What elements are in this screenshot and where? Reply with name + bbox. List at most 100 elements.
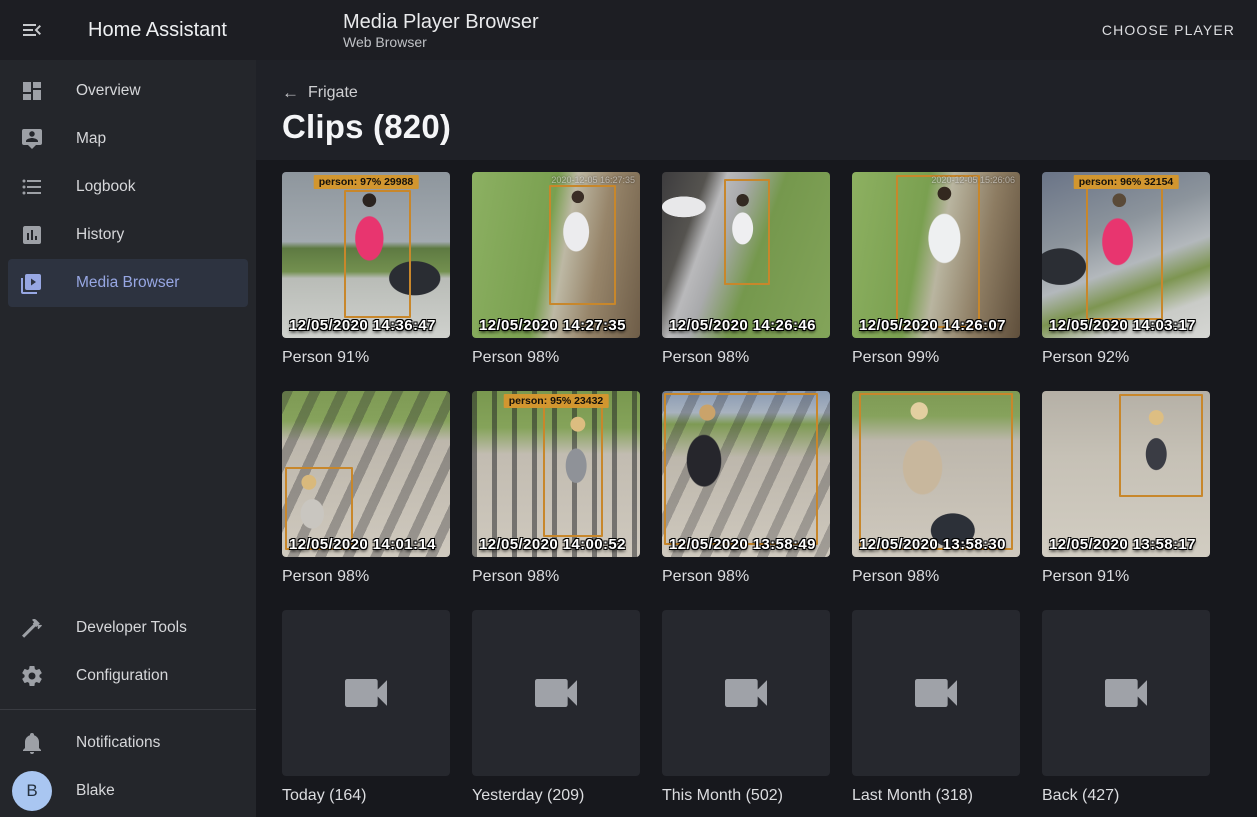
camera-timestamp: 2020-12-05 16:27:35 (551, 175, 635, 185)
clip-timestamp: 12/05/2020 14:27:35 (479, 317, 626, 334)
clip-timestamp: 12/05/2020 14:03:17 (1049, 317, 1196, 334)
clip-timestamp: 12/05/2020 14:36:47 (289, 317, 436, 334)
detection-bounding-box (664, 393, 819, 546)
sidebar-item-label: Developer Tools (76, 619, 187, 637)
folder-thumbnail (472, 610, 640, 776)
folder-label: Yesterday (209) (472, 785, 640, 807)
detection-bounding-box (1119, 394, 1203, 497)
browser-title: Media Player Browser (343, 10, 539, 34)
folder-card-today[interactable]: Today (164) (282, 610, 450, 807)
top-app-bar: Home Assistant Media Player Browser Web … (0, 0, 1257, 60)
folder-thumbnail (852, 610, 1020, 776)
clip-card[interactable]: person: 95% 23432 12/05/2020 14:00:52 Pe… (472, 391, 640, 588)
clip-caption: Person 91% (1042, 566, 1210, 588)
clip-card[interactable]: 2020-12-05 15:26:06 12/05/2020 14:26:07 … (852, 172, 1020, 369)
clip-card[interactable]: 12/05/2020 14:26:46 Person 98% (662, 172, 830, 369)
detection-bounding-box (543, 404, 603, 537)
history-chart-icon (20, 223, 44, 247)
media-browser-icon (20, 271, 44, 295)
page-title: Clips (820) (282, 108, 451, 146)
sidebar-item-map[interactable]: Map (8, 115, 248, 163)
clip-thumbnail: 12/05/2020 14:01:14 (282, 391, 450, 557)
clip-timestamp: 12/05/2020 14:01:14 (289, 536, 436, 553)
clip-timestamp: 12/05/2020 14:26:46 (669, 317, 816, 334)
sidebar-item-overview[interactable]: Overview (8, 67, 248, 115)
app-title: Home Assistant (88, 19, 227, 42)
choose-player-button[interactable]: CHOOSE PLAYER (1094, 0, 1243, 60)
sidebar-item-notifications[interactable]: Notifications (8, 719, 248, 767)
sidebar-item-label: Configuration (76, 667, 168, 685)
sidebar-item-logbook[interactable]: Logbook (8, 163, 248, 211)
clip-caption: Person 98% (852, 566, 1020, 588)
breadcrumb-back[interactable]: ← Frigate (282, 83, 358, 103)
sidebar-item-media-browser[interactable]: Media Browser (8, 259, 248, 307)
clip-thumbnail: person: 96% 32154 12/05/2020 14:03:17 (1042, 172, 1210, 338)
sidebar-item-history[interactable]: History (8, 211, 248, 259)
sidebar-item-profile[interactable]: B Blake (8, 767, 248, 815)
folder-thumbnail (662, 610, 830, 776)
clip-thumbnail: 2020-12-05 15:26:06 12/05/2020 14:26:07 (852, 172, 1020, 338)
gear-icon (20, 664, 44, 688)
sidebar-item-label: Map (76, 130, 106, 148)
clip-timestamp: 12/05/2020 13:58:30 (859, 536, 1006, 553)
clip-card[interactable]: 12/05/2020 13:58:49 Person 98% (662, 391, 830, 588)
folder-label: Last Month (318) (852, 785, 1020, 807)
clip-timestamp: 12/05/2020 14:00:52 (479, 536, 626, 553)
clip-caption: Person 98% (472, 347, 640, 369)
map-account-icon (20, 127, 44, 151)
clip-card[interactable]: 2020-12-05 16:27:35 12/05/2020 14:27:35 … (472, 172, 640, 369)
folder-card-yesterday[interactable]: Yesterday (209) (472, 610, 640, 807)
clip-thumbnail: 12/05/2020 13:58:17 (1042, 391, 1210, 557)
clip-caption: Person 98% (662, 566, 830, 588)
detection-badge: person: 97% 29988 (314, 175, 419, 189)
folder-card-this-month[interactable]: This Month (502) (662, 610, 830, 807)
sidebar-item-label: Logbook (76, 178, 135, 196)
video-camera-icon (528, 665, 584, 721)
clip-caption: Person 98% (472, 566, 640, 588)
sidebar-item-label: Overview (76, 82, 141, 100)
folder-label: This Month (502) (662, 785, 830, 807)
sidebar-bottom: Developer Tools Configuration Notificati… (0, 604, 256, 815)
folder-label: Today (164) (282, 785, 450, 807)
video-camera-icon (718, 665, 774, 721)
video-camera-icon (1098, 665, 1154, 721)
sidebar-divider (0, 709, 256, 710)
clip-timestamp: 12/05/2020 13:58:17 (1049, 536, 1196, 553)
folder-card-back[interactable]: Back (427) (1042, 610, 1210, 807)
detection-bounding-box (724, 179, 769, 285)
clip-card[interactable]: 12/05/2020 13:58:17 Person 91% (1042, 391, 1210, 588)
video-camera-icon (908, 665, 964, 721)
menu-toggle-icon[interactable] (20, 18, 44, 42)
sidebar-item-label: Notifications (76, 734, 160, 752)
folder-thumbnail (1042, 610, 1210, 776)
media-grid-container: person: 97% 29988 12/05/2020 14:36:47 Pe… (256, 160, 1257, 817)
video-camera-icon (338, 665, 394, 721)
sidebar-item-configuration[interactable]: Configuration (8, 652, 248, 700)
clip-timestamp: 12/05/2020 14:26:07 (859, 317, 1006, 334)
browser-header: Media Player Browser Web Browser (343, 10, 539, 51)
folder-thumbnail (282, 610, 450, 776)
browser-subtitle: Web Browser (343, 34, 539, 51)
sidebar-item-label: History (76, 226, 124, 244)
clip-card[interactable]: 12/05/2020 14:01:14 Person 98% (282, 391, 450, 588)
folder-label: Back (427) (1042, 785, 1210, 807)
arrow-left-icon: ← (282, 83, 299, 103)
clip-caption: Person 98% (282, 566, 450, 588)
detection-bounding-box (896, 175, 980, 328)
clip-card[interactable]: 12/05/2020 13:58:30 Person 98% (852, 391, 1020, 588)
detection-bounding-box (549, 185, 616, 305)
detection-bounding-box (859, 393, 1014, 551)
detection-bounding-box (344, 190, 411, 318)
detection-bounding-box (1086, 187, 1163, 320)
camera-timestamp: 2020-12-05 15:26:06 (931, 175, 1015, 185)
clip-thumbnail: 2020-12-05 16:27:35 12/05/2020 14:27:35 (472, 172, 640, 338)
clip-card[interactable]: person: 96% 32154 12/05/2020 14:03:17 Pe… (1042, 172, 1210, 369)
folder-card-last-month[interactable]: Last Month (318) (852, 610, 1020, 807)
clip-thumbnail: person: 95% 23432 12/05/2020 14:00:52 (472, 391, 640, 557)
media-grid: person: 97% 29988 12/05/2020 14:36:47 Pe… (256, 160, 1257, 807)
hammer-icon (20, 616, 44, 640)
clip-thumbnail: 12/05/2020 13:58:30 (852, 391, 1020, 557)
clip-caption: Person 92% (1042, 347, 1210, 369)
clip-card[interactable]: person: 97% 29988 12/05/2020 14:36:47 Pe… (282, 172, 450, 369)
sidebar-item-developer-tools[interactable]: Developer Tools (8, 604, 248, 652)
